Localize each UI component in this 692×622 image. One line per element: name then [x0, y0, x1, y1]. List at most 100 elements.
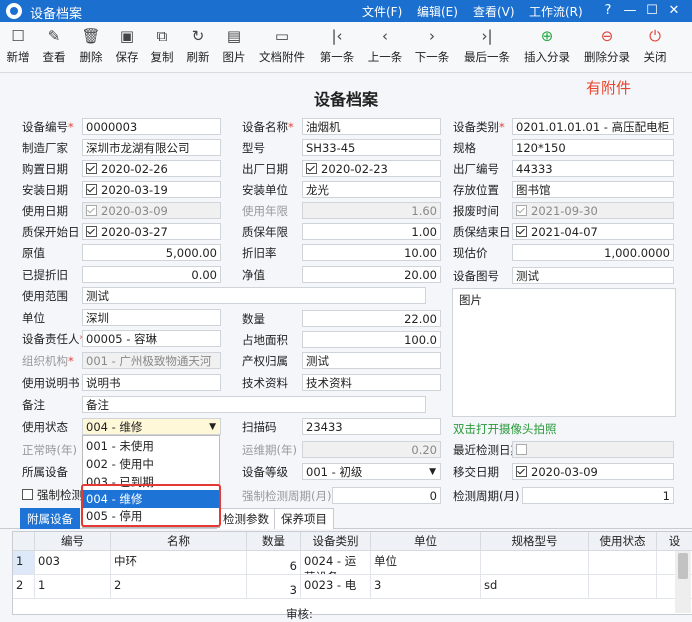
- forced-cycle-field[interactable]: 0: [332, 487, 441, 504]
- menu-view[interactable]: 查看(V): [473, 3, 515, 20]
- scan-code-field[interactable]: 23433: [302, 418, 441, 435]
- next-record-button[interactable]: › 下一条: [412, 26, 452, 68]
- warranty-end-checkbox[interactable]: [516, 226, 527, 237]
- equip-name-label: 设备名称*: [242, 120, 294, 134]
- accumulated-label: 已提折旧: [22, 268, 68, 282]
- remarks-label: 备注: [22, 398, 45, 412]
- grade-select[interactable]: 001 - 初级 ▼: [302, 463, 441, 480]
- factory-date-field[interactable]: 2020-02-23: [302, 160, 441, 177]
- warranty-end-field[interactable]: 2021-04-07: [512, 223, 674, 240]
- tech-doc-field[interactable]: 技术资料: [302, 374, 441, 391]
- use-date-field: 2020-03-09: [82, 202, 221, 219]
- help-icon[interactable]: ?: [598, 1, 618, 21]
- quantity-field[interactable]: 22.00: [302, 310, 441, 327]
- warranty-start-field[interactable]: 2020-03-27: [82, 223, 221, 240]
- camera-hint[interactable]: 双击打开摄像头拍照: [453, 421, 557, 437]
- maximize-icon[interactable]: ☐: [642, 1, 662, 21]
- close-icon[interactable]: ✕: [664, 1, 684, 21]
- ownership-field[interactable]: 测试: [302, 352, 441, 369]
- use-years-field: 1.60: [302, 202, 441, 219]
- grid-header[interactable]: 名称: [111, 532, 247, 551]
- last-record-button[interactable]: ›| 最后一条: [461, 26, 513, 68]
- warranty-start-checkbox[interactable]: [86, 226, 97, 237]
- transfer-date-field[interactable]: 2020-03-09: [512, 463, 674, 480]
- spec-field[interactable]: 120*150: [512, 139, 674, 156]
- minimize-icon[interactable]: —: [620, 1, 640, 21]
- equip-no-field[interactable]: 0000003: [82, 118, 221, 135]
- warranty-years-field[interactable]: 1.00: [302, 223, 441, 240]
- net-value-field[interactable]: 20.00: [302, 266, 441, 283]
- grid-header[interactable]: 使用状态: [589, 532, 657, 551]
- status-select[interactable]: 004 - 维修 ▼: [82, 418, 221, 435]
- delete-button[interactable]: 🗑 删除: [76, 26, 106, 68]
- insert-entry-button[interactable]: ⊕ 插入分录: [522, 26, 572, 68]
- transfer-date-checkbox[interactable]: [516, 466, 527, 477]
- current-value-field[interactable]: 1,000.0000: [512, 244, 674, 261]
- spec-label: 规格: [453, 141, 476, 155]
- save-button[interactable]: ▣ 保存: [112, 26, 142, 68]
- power-icon: ⏻: [649, 27, 661, 45]
- purchase-date-checkbox[interactable]: [86, 163, 97, 174]
- install-date-checkbox[interactable]: [86, 184, 97, 195]
- copy-button[interactable]: ⧉ 复制: [147, 26, 177, 68]
- install-unit-field[interactable]: 龙光: [302, 181, 441, 198]
- current-value-label: 现估价: [453, 246, 488, 260]
- tab-affiliated[interactable]: 附属设备: [20, 508, 80, 529]
- image-button[interactable]: ▤ 图片: [219, 26, 249, 68]
- menu-edit[interactable]: 编辑(E): [417, 3, 458, 20]
- copy-icon: ⧉: [156, 27, 168, 45]
- scrap-time-checkbox: [516, 205, 527, 216]
- menu-file[interactable]: 文件(F): [362, 3, 402, 20]
- drawing-no-field[interactable]: 测试: [512, 267, 674, 284]
- status-option[interactable]: 002 - 使用中: [83, 455, 219, 473]
- factory-date-checkbox[interactable]: [306, 163, 317, 174]
- scrap-time-label: 报废时间: [453, 204, 499, 218]
- depreciation-rate-field[interactable]: 10.00: [302, 244, 441, 261]
- responsible-field[interactable]: 00005 - 容琳: [82, 330, 221, 347]
- grid-scrollbar[interactable]: [675, 551, 691, 613]
- remarks-field[interactable]: 备注: [82, 396, 426, 413]
- forced-check-checkbox[interactable]: [22, 489, 33, 500]
- manufacturer-field[interactable]: 深圳市龙湖有限公司: [82, 139, 221, 156]
- factory-no-field[interactable]: 44333: [512, 160, 674, 177]
- photo-box[interactable]: 图片: [452, 288, 676, 417]
- close-button[interactable]: ⏻ 关闭: [640, 26, 670, 68]
- attachment-button[interactable]: ▭ 文档附件: [256, 26, 308, 68]
- install-date-field[interactable]: 2020-03-19: [82, 181, 221, 198]
- accumulated-field[interactable]: 0.00: [82, 266, 221, 283]
- check-cycle-field[interactable]: 1: [522, 487, 674, 504]
- storage-field[interactable]: 图书馆: [512, 181, 674, 198]
- tab-maintenance[interactable]: 保养项目: [274, 508, 334, 529]
- scope-field[interactable]: 测试: [82, 287, 426, 304]
- new-button[interactable]: ☐ 新增: [4, 26, 32, 68]
- unit-field[interactable]: 深圳: [82, 309, 221, 326]
- menu-workflow[interactable]: 工作流(R): [529, 3, 583, 20]
- view-button[interactable]: ✎ 查看: [39, 26, 69, 68]
- grid-header[interactable]: 设: [657, 532, 692, 551]
- audit-label: 审核:: [286, 607, 313, 621]
- first-record-button[interactable]: |‹ 第一条: [317, 26, 357, 68]
- grid-header[interactable]: 单位: [371, 532, 481, 551]
- prev-record-button[interactable]: ‹ 上一条: [365, 26, 405, 68]
- status-option[interactable]: 001 - 未使用: [83, 437, 219, 455]
- manual-field[interactable]: 说明书: [82, 374, 221, 391]
- model-label: 型号: [242, 141, 265, 155]
- grid-header[interactable]: 编号: [35, 532, 111, 551]
- model-field[interactable]: SH33-45: [302, 139, 441, 156]
- purchase-date-field[interactable]: 2020-02-26: [82, 160, 221, 177]
- last-icon: ›|: [481, 27, 493, 45]
- original-value-field[interactable]: 5,000.00: [82, 244, 221, 261]
- refresh-button[interactable]: ↻ 刷新: [183, 26, 213, 68]
- grid-header[interactable]: 规格型号: [481, 532, 589, 551]
- forced-cycle-label: 强制检测周期(月): [242, 489, 332, 503]
- scrollbar-thumb[interactable]: [678, 553, 688, 579]
- tab-check-params[interactable]: 检测参数: [216, 508, 276, 529]
- grid-header[interactable]: 数量: [247, 532, 301, 551]
- delete-entry-button[interactable]: ⊖ 删除分录: [582, 26, 632, 68]
- quantity-label: 数量: [242, 312, 265, 326]
- forced-check-toggle[interactable]: 强制检测: [22, 487, 83, 504]
- grid-header[interactable]: 设备类别: [301, 532, 371, 551]
- area-field[interactable]: 100.0: [302, 331, 441, 348]
- equip-category-field[interactable]: 0201.01.01.01 - 高压配电柜: [512, 118, 674, 135]
- equip-name-field[interactable]: 油烟机: [302, 118, 441, 135]
